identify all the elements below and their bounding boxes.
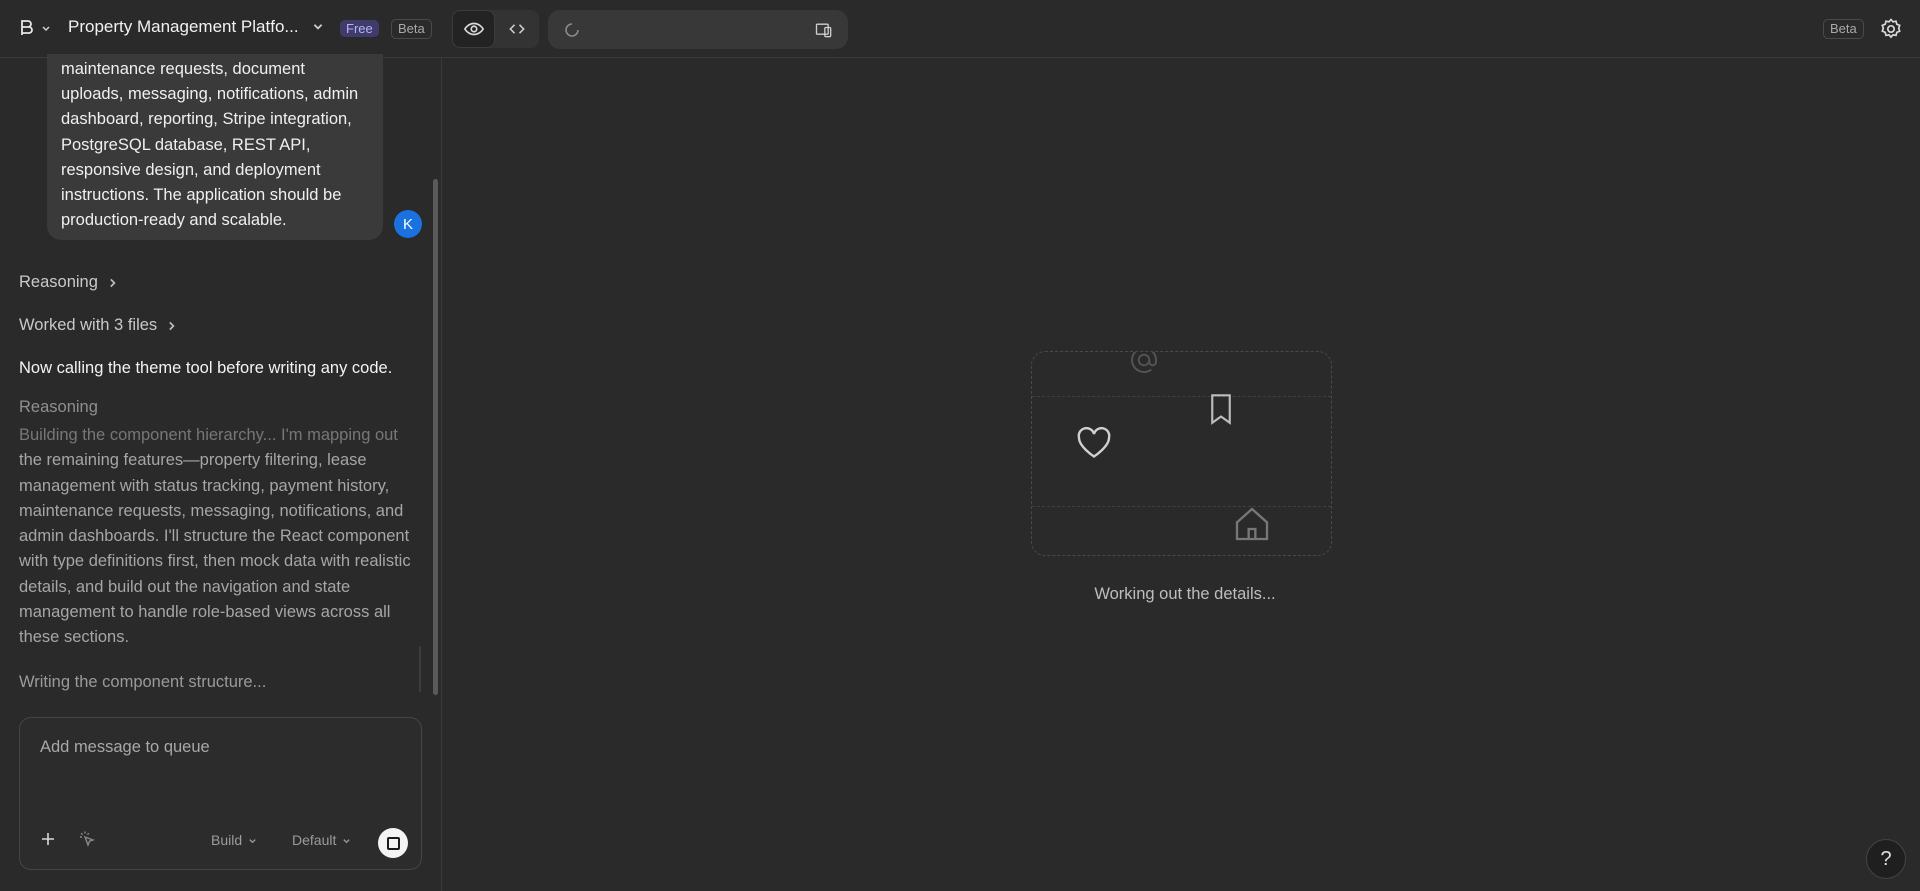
heart-icon <box>1077 426 1111 458</box>
divider <box>1032 506 1331 507</box>
assistant-status-message: Now calling the theme tool before writin… <box>19 359 393 377</box>
reasoning-fade-text: Building the component hierarchy... I'm … <box>19 426 398 444</box>
worked-files-label: Worked with 3 files <box>19 316 158 334</box>
beta-badge: Beta <box>391 19 432 39</box>
preview-tab[interactable] <box>452 10 495 48</box>
beta-badge-right: Beta <box>1823 19 1864 39</box>
writing-status: Writing the component structure... <box>19 673 267 691</box>
mode-label: Build <box>211 832 243 848</box>
chevron-right-icon <box>169 321 175 330</box>
reasoning-body-text: the remaining features—property filterin… <box>19 451 411 647</box>
avatar: K <box>394 210 422 238</box>
message-input[interactable]: Add message to queue <box>40 738 210 757</box>
top-bar: Property Management Platfo... Free Beta … <box>0 0 1920 58</box>
user-message-text: maintenance requests, document uploads, … <box>61 60 359 230</box>
reasoning-text: Building the component hierarchy... I'm … <box>19 423 423 651</box>
at-sign-icon <box>1131 352 1157 373</box>
chevron-down-icon <box>343 838 351 843</box>
reasoning-label: Reasoning <box>19 273 98 291</box>
chevron-down-icon <box>42 26 50 32</box>
model-selector[interactable]: Default <box>292 832 351 848</box>
user-message-bubble: maintenance requests, document uploads, … <box>47 54 383 240</box>
project-menu-chevron-icon[interactable] <box>312 20 324 32</box>
reasoning-toggle[interactable]: Reasoning <box>19 273 118 292</box>
eye-icon <box>463 22 484 36</box>
code-tab[interactable] <box>495 10 538 48</box>
message-composer: Add message to queue Build Default <box>19 717 422 870</box>
spinner-icon <box>565 23 579 37</box>
mode-selector[interactable]: Build <box>211 832 257 848</box>
divider <box>419 646 421 692</box>
magic-cursor-icon[interactable] <box>78 830 96 848</box>
app-menu[interactable] <box>18 18 51 38</box>
loading-illustration <box>1031 351 1332 556</box>
view-toggle <box>452 10 539 48</box>
help-button[interactable]: ? <box>1866 839 1906 879</box>
plan-badge: Free <box>340 20 379 37</box>
loading-status-text: Working out the details... <box>1094 585 1276 603</box>
project-title[interactable]: Property Management Platfo... <box>68 17 300 37</box>
divider <box>1032 396 1331 397</box>
chat-scrollbar[interactable] <box>433 179 438 695</box>
stop-button[interactable] <box>378 828 408 858</box>
home-icon <box>1235 507 1269 541</box>
model-label: Default <box>292 832 337 848</box>
devices-icon[interactable] <box>814 20 834 40</box>
logo-icon <box>21 20 33 35</box>
stop-icon <box>386 836 400 850</box>
chevron-right-icon <box>110 278 116 287</box>
worked-files-toggle[interactable]: Worked with 3 files <box>19 316 177 335</box>
code-icon <box>508 24 525 34</box>
chevron-down-icon <box>249 838 256 843</box>
plus-icon[interactable] <box>39 830 57 848</box>
reasoning-live-label: Reasoning <box>19 398 98 416</box>
chat-panel: maintenance requests, document uploads, … <box>0 54 442 891</box>
preview-url-bar[interactable] <box>548 10 848 49</box>
gear-icon[interactable] <box>1879 17 1903 41</box>
bookmark-icon <box>1211 394 1231 425</box>
